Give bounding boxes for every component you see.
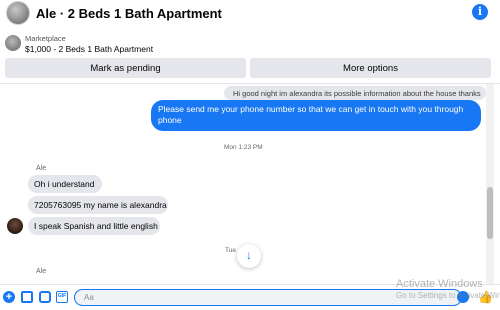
contact-avatar[interactable]: [6, 1, 30, 25]
like-icon[interactable]: 👍: [478, 290, 493, 304]
marketplace-listing[interactable]: Marketplace $1,000 - 2 Beds 1 Bath Apart…: [0, 33, 500, 55]
incoming-message: Oh i understand: [28, 175, 102, 193]
outgoing-message: Please send me your phone number so that…: [151, 100, 481, 131]
incoming-message: 7205763095 my name is alexandra: [28, 196, 168, 214]
image-icon[interactable]: [21, 291, 33, 303]
message-composer: + GIF Aa 👍: [0, 284, 500, 310]
chat-header: Ale · 2 Beds 1 Bath Apartment i: [0, 0, 500, 28]
more-options-button[interactable]: More options: [250, 58, 491, 78]
sticker-icon[interactable]: [39, 291, 51, 303]
arrow-down-icon[interactable]: ↓: [237, 244, 261, 268]
sender-avatar[interactable]: [7, 218, 23, 234]
emoji-icon[interactable]: [457, 291, 469, 303]
message-thread: Hi good night im alexandra its possible …: [0, 84, 486, 284]
sender-name: Ale: [36, 165, 47, 172]
mark-as-pending-button[interactable]: Mark as pending: [5, 58, 246, 78]
listing-name: $1,000 - 2 Beds 1 Bath Apartment: [25, 44, 154, 54]
scrollbar[interactable]: [486, 84, 494, 284]
listing-thumbnail: [5, 35, 21, 51]
gif-icon[interactable]: GIF: [56, 291, 68, 303]
info-icon[interactable]: i: [472, 4, 488, 20]
timestamp: Mon 1:23 PM: [224, 144, 263, 151]
plus-icon[interactable]: +: [3, 291, 15, 303]
incoming-message: I speak Spanish and little english: [28, 217, 160, 235]
listing-source: Marketplace: [25, 34, 66, 43]
message-input[interactable]: Aa: [74, 289, 462, 306]
incoming-message: Hi good night im alexandra its possible …: [224, 86, 486, 100]
listing-actions: Mark as pending More options: [5, 58, 491, 78]
conversation-title[interactable]: Ale · 2 Beds 1 Bath Apartment: [36, 6, 222, 21]
sender-name: Ale: [36, 268, 47, 275]
scrollbar-thumb[interactable]: [487, 187, 493, 239]
timestamp: Tue: [225, 247, 236, 254]
